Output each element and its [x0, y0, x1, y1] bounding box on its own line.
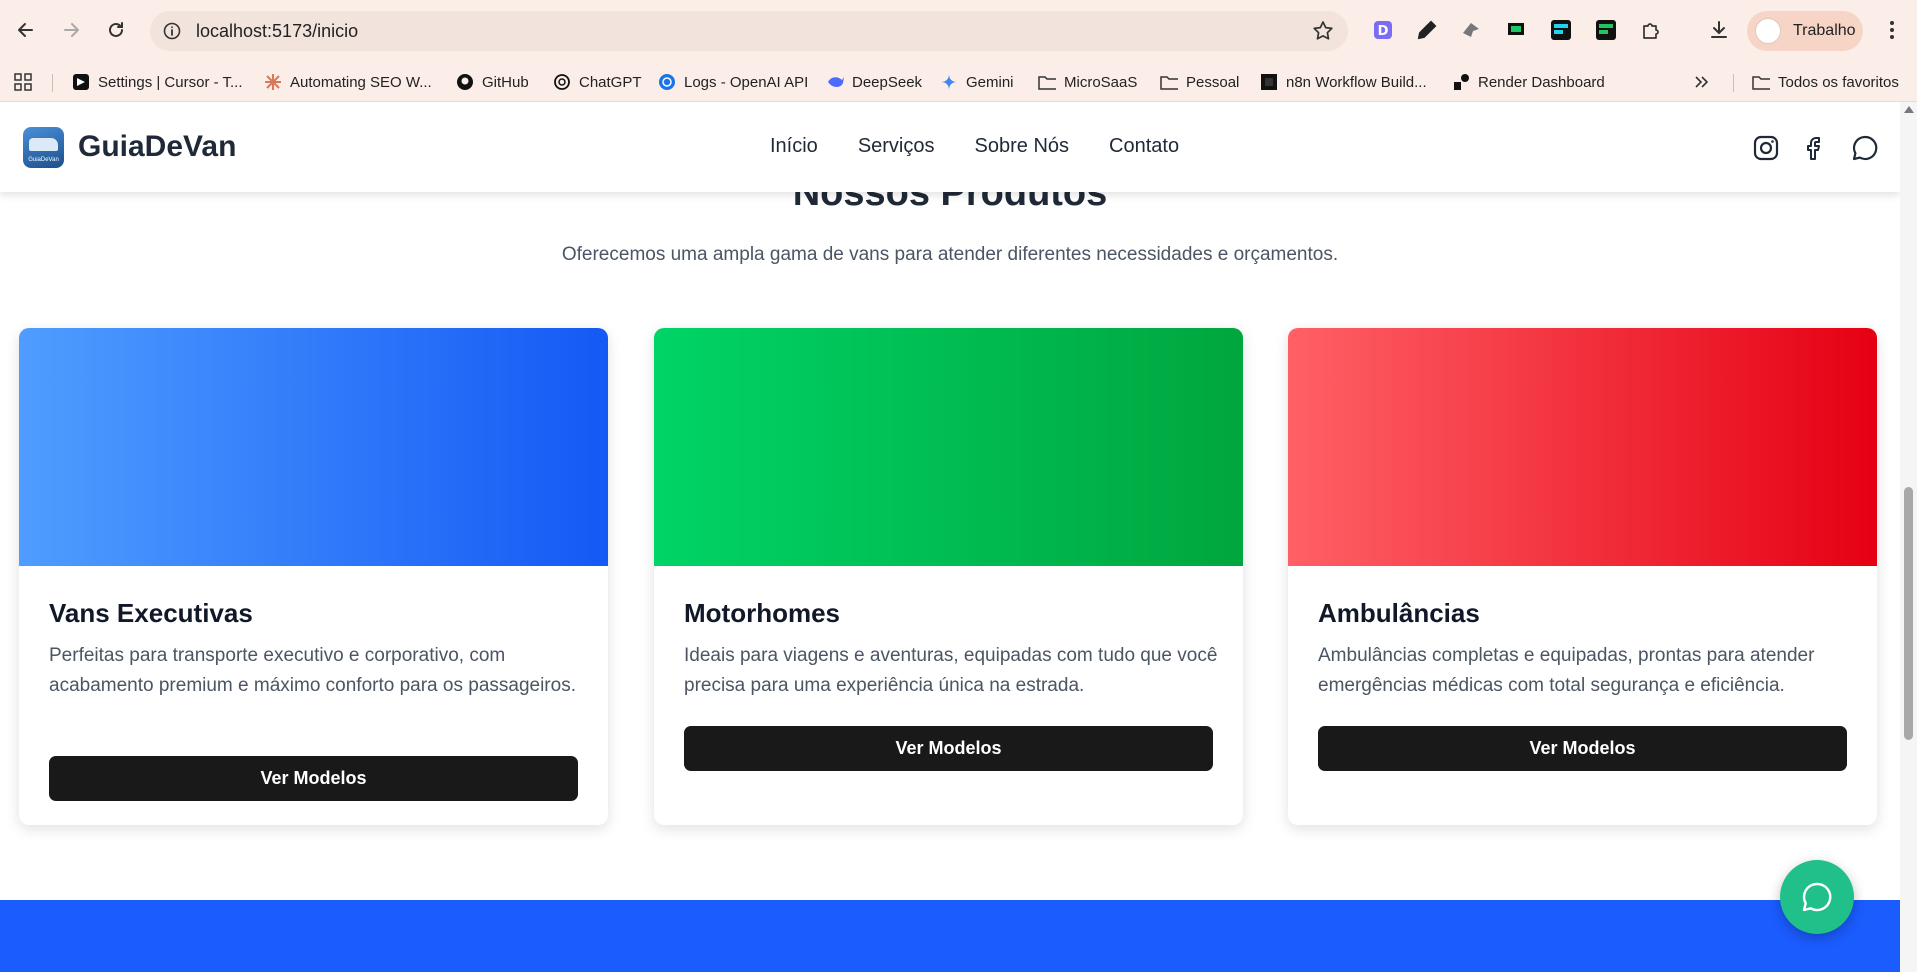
- ver-modelos-button[interactable]: Ver Modelos: [1318, 726, 1847, 771]
- product-card-motorhomes: Motorhomes Ideais para viagens e aventur…: [654, 328, 1243, 825]
- apps-grid-icon[interactable]: [14, 71, 32, 93]
- forward-icon[interactable]: [55, 14, 87, 46]
- product-card-vans-executivas: Vans Executivas Perfeitas para transport…: [19, 328, 608, 825]
- card-image: [654, 328, 1243, 566]
- section-subtitle: Oferecemos uma ampla gama de vans para a…: [561, 244, 1339, 265]
- more-menu-icon[interactable]: [1878, 16, 1906, 44]
- card-image: [19, 328, 608, 566]
- bookmark-chatgpt[interactable]: ChatGPT: [553, 71, 642, 93]
- bookmark-label: Render Dashboard: [1478, 73, 1605, 91]
- chatgpt-icon: [553, 73, 571, 91]
- bookmark-label: Settings | Cursor - T...: [98, 73, 243, 91]
- extension-f-green-icon[interactable]: [1593, 17, 1619, 43]
- claude-icon: [264, 73, 282, 91]
- whatsapp-chat-button[interactable]: [1780, 860, 1854, 934]
- bookmark-render[interactable]: Render Dashboard: [1452, 71, 1605, 93]
- bookmark-folder-pessoal[interactable]: Pessoal: [1160, 71, 1239, 93]
- brand-name[interactable]: GuiaDeVan: [78, 130, 236, 164]
- bookmark-cursor[interactable]: Settings | Cursor - T...: [72, 71, 243, 93]
- profile-label: Trabalho: [1793, 22, 1856, 39]
- folder-icon: [1038, 73, 1056, 91]
- nav-link-contato[interactable]: Contato: [1109, 135, 1179, 158]
- instagram-icon[interactable]: [1750, 132, 1782, 164]
- bookmark-automating-seo[interactable]: Automating SEO W...: [264, 71, 432, 93]
- deepseek-icon: [826, 73, 844, 91]
- bookmarks-bar: Settings | Cursor - T... Automating SEO …: [0, 62, 1917, 102]
- openai-icon: [658, 73, 676, 91]
- bookmark-n8n[interactable]: n8n Workflow Build...: [1260, 71, 1427, 93]
- render-icon: [1452, 73, 1470, 91]
- bookmark-label: n8n Workflow Build...: [1286, 73, 1427, 91]
- ver-modelos-button[interactable]: Ver Modelos: [684, 726, 1213, 771]
- bookmark-gemini[interactable]: Gemini: [940, 71, 1014, 93]
- extension-d-icon[interactable]: D: [1370, 17, 1396, 43]
- card-description: Ambulâncias completas e equipadas, pront…: [1318, 645, 1815, 696]
- extensions-puzzle-icon[interactable]: [1638, 17, 1664, 43]
- page-viewport: Nossos Produtos Oferecemos uma ampla gam…: [0, 102, 1900, 972]
- blue-section-band: [0, 900, 1900, 972]
- card-title: Vans Executivas: [49, 598, 253, 628]
- gemini-icon: [940, 73, 958, 91]
- url-text: localhost:5173/inicio: [196, 20, 359, 41]
- profile-button[interactable]: Trabalho: [1747, 11, 1863, 51]
- facebook-icon[interactable]: [1800, 132, 1832, 164]
- bookmark-label: DeepSeek: [852, 73, 923, 91]
- bookmark-folder-microsaas[interactable]: MicroSaaS: [1038, 71, 1137, 93]
- more-bookmarks-chevron-icon[interactable]: [1694, 71, 1710, 93]
- bookmark-label: GitHub: [482, 73, 529, 91]
- bookmark-label: Automating SEO W...: [290, 73, 432, 91]
- card-image: [1288, 328, 1877, 566]
- folder-icon: [1752, 73, 1770, 91]
- extension-arrow-icon[interactable]: [1458, 17, 1484, 43]
- nav-link-servicos[interactable]: Serviços: [858, 135, 935, 158]
- ver-modelos-button[interactable]: Ver Modelos: [49, 756, 578, 801]
- site-logo[interactable]: GuiaDeVan: [23, 127, 64, 168]
- back-icon[interactable]: [10, 14, 42, 46]
- cursor-icon: [72, 73, 90, 91]
- nav-link-inicio[interactable]: Início: [770, 135, 818, 158]
- bookmark-star-icon[interactable]: [1312, 20, 1334, 47]
- github-icon: [456, 73, 474, 91]
- bookmark-label: Pessoal: [1186, 73, 1240, 91]
- bookmark-label: Gemini: [966, 73, 1014, 91]
- nav-link-sobre[interactable]: Sobre Nós: [975, 135, 1070, 158]
- page-scrollbar[interactable]: [1900, 102, 1917, 972]
- chat-bubble-icon: [1802, 882, 1832, 912]
- logo-text: GuiaDeVan: [28, 157, 59, 163]
- all-bookmarks-label: Todos os favoritos: [1778, 73, 1899, 91]
- scroll-thumb[interactable]: [1904, 487, 1913, 740]
- browser-toolbar: localhost:5173/inicio D Trabalho: [0, 0, 1917, 62]
- product-card-ambulancias: Ambulâncias Ambulâncias completas e equi…: [1288, 328, 1877, 825]
- card-description: Ideais para viagens e aventuras, equipad…: [684, 645, 1218, 696]
- extension-flag-icon[interactable]: [1503, 17, 1529, 43]
- bookmark-label: MicroSaaS: [1064, 73, 1138, 91]
- card-description: Perfeitas para transporte executivo e co…: [49, 645, 576, 696]
- svg-text:D: D: [1378, 24, 1389, 39]
- card-title: Motorhomes: [684, 598, 840, 628]
- bookmark-label: Logs - OpenAI API: [684, 73, 809, 91]
- address-bar[interactable]: localhost:5173/inicio: [150, 11, 1348, 51]
- extension-f-cyan-icon[interactable]: [1548, 17, 1574, 43]
- scroll-up-arrow-icon[interactable]: [1904, 106, 1914, 113]
- card-title: Ambulâncias: [1318, 598, 1480, 628]
- site-info-icon[interactable]: [162, 21, 182, 41]
- bookmark-deepseek[interactable]: DeepSeek: [826, 71, 922, 93]
- reload-icon[interactable]: [100, 14, 132, 46]
- bookmark-github[interactable]: GitHub: [456, 71, 529, 93]
- eyedropper-icon[interactable]: [1414, 17, 1440, 43]
- avatar: [1755, 18, 1781, 44]
- all-bookmarks[interactable]: Todos os favoritos: [1752, 71, 1899, 93]
- n8n-icon: [1260, 73, 1278, 91]
- bookmark-label: ChatGPT: [579, 73, 642, 91]
- folder-icon: [1160, 73, 1178, 91]
- main-nav: Início Serviços Sobre Nós Contato: [770, 135, 1219, 158]
- site-header: GuiaDeVan GuiaDeVan Início Serviços Sobr…: [0, 102, 1900, 192]
- whatsapp-icon[interactable]: [1849, 132, 1881, 164]
- bookmark-openai-logs[interactable]: Logs - OpenAI API: [658, 71, 808, 93]
- download-icon[interactable]: [1706, 17, 1732, 43]
